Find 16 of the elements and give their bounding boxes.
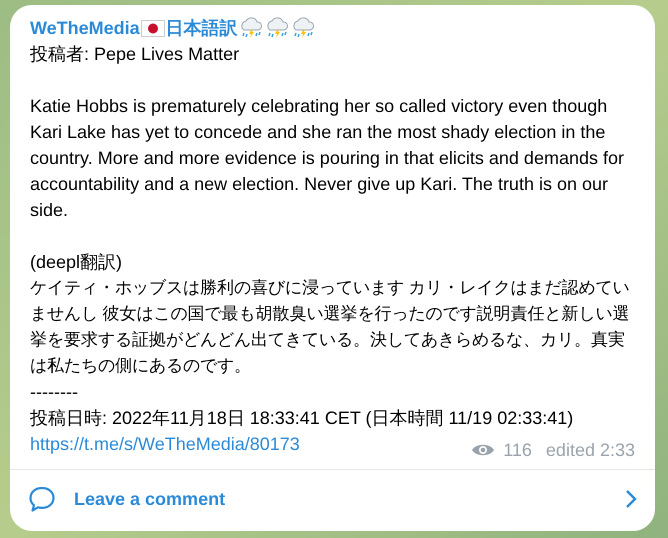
flag-icon	[140, 20, 165, 36]
channel-suffix[interactable]: 日本語訳	[166, 15, 238, 41]
channel-name[interactable]: WeTheMedia	[30, 15, 140, 41]
view-count: 116	[503, 439, 532, 462]
eye-icon	[471, 442, 496, 458]
message-link[interactable]: https://t.me/s/WeTheMedia/80173	[30, 431, 300, 457]
posted-line: 投稿日時: 2022年11月18日 18:33:41 CET (日本時間 11/19 02:33:41)	[30, 407, 574, 430]
separator-text: --------	[30, 381, 79, 404]
message-body: Katie Hobbs is prematurely celebrating her so called victory even though Kari Lake has yet to concede and she ran the most shady election in the country. More and more evidence is pouring in that elicits and demands for accountability and a new election. Never give up Kari. The truth is on our side.	[30, 95, 625, 222]
comment-icon	[28, 485, 56, 513]
author-line: 投稿者: Pepe Lives Matter	[30, 43, 240, 66]
translation-text: ケイティ・ホッブスは勝利の喜びに浸っています カリ・レイクはまだ認めていませんし 彼女はこの国で最も胡散臭い選挙を行ったのです説明責任と新しい選挙を要求する証拠がどんどん出てきている。決してあきらめるな、カリ。真実は私たちの側にあるのです。	[30, 277, 631, 377]
translation-label: (deepl翻訳)	[30, 251, 124, 274]
chevron-right-icon	[625, 489, 637, 509]
edited-time: edited 2:33	[546, 439, 635, 462]
leave-comment-button[interactable]: Leave a comment	[10, 470, 655, 528]
